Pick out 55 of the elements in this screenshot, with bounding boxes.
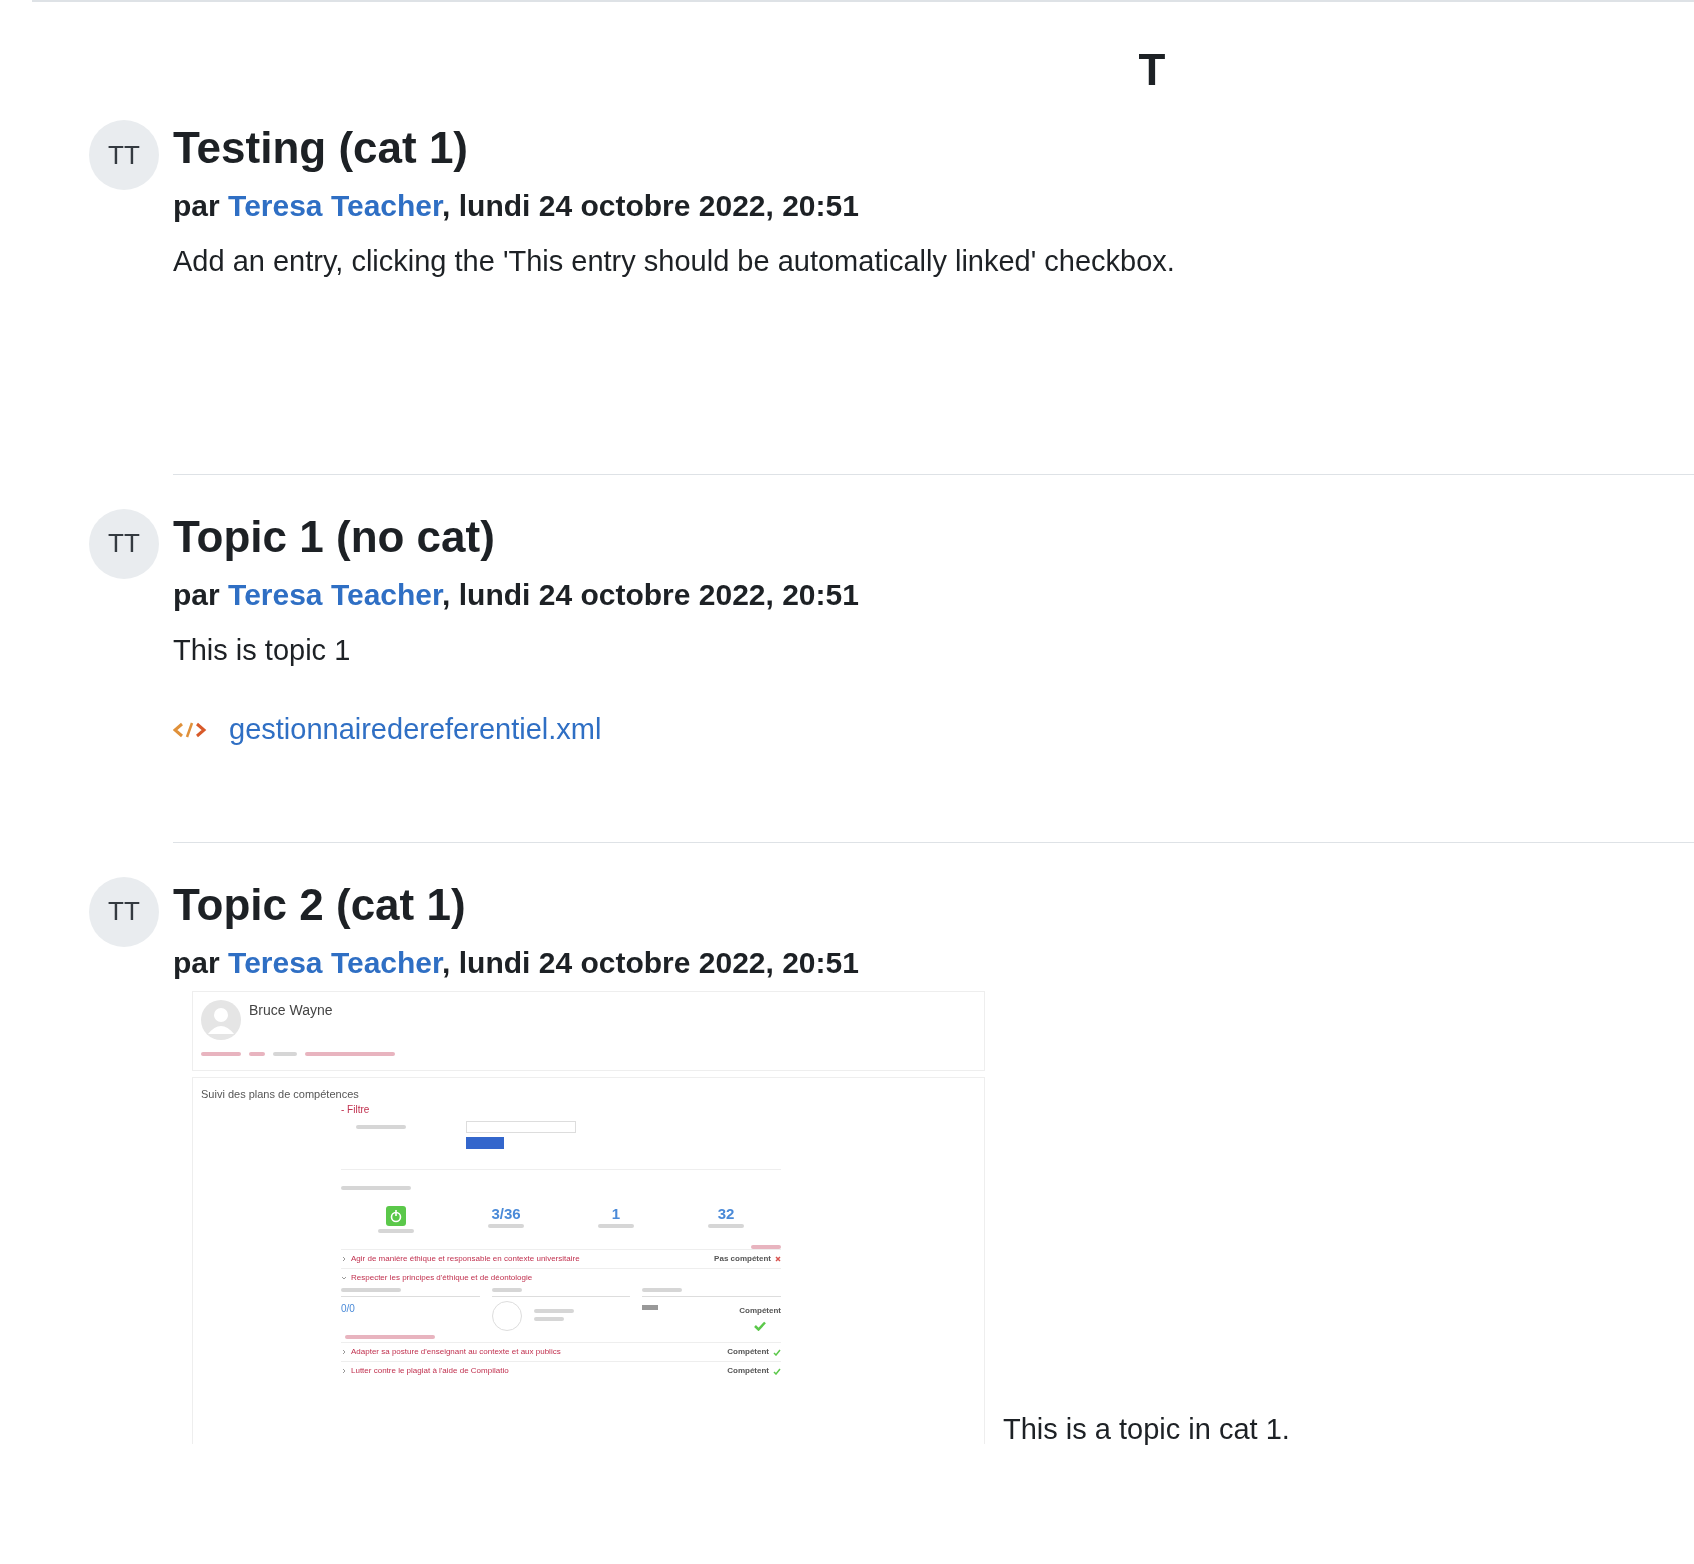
- entry-body: Add an entry, clicking the 'This entry should be automatically linked' checkbox.: [173, 244, 1176, 279]
- power-icon: [386, 1206, 406, 1226]
- entry-body: This is a topic in cat 1.: [1003, 1414, 1290, 1444]
- blurred-text-drawing: [598, 1224, 634, 1228]
- blurred-text-drawing: [356, 1125, 406, 1129]
- avatar-initials: TT: [89, 876, 159, 947]
- blurred-text-drawing: [533, 1309, 574, 1313]
- entry-title: Testing (cat 1): [173, 122, 469, 174]
- competency-link[interactable]: Agir de manière éthique et responsable en contexte universitaire: [351, 1253, 580, 1265]
- stat-value: 3/36: [491, 1206, 521, 1221]
- user-name: Bruce Wayne: [249, 1000, 333, 1020]
- author-link[interactable]: Teresa Teacher: [228, 945, 443, 979]
- user-silhouette-icon: [201, 999, 241, 1040]
- blurred-text-drawing: [488, 1224, 524, 1228]
- report-heading: Suivi des plans de compétences: [201, 1086, 360, 1102]
- entry-title: Topic 1 (no cat): [173, 510, 496, 563]
- stat-value: 32: [717, 1206, 735, 1221]
- author-link[interactable]: Teresa Teacher: [228, 577, 443, 611]
- blurred-text-drawing: [708, 1224, 744, 1228]
- competency-link[interactable]: Adapter sa posture d'enseignant au contexte et aux publics: [351, 1346, 561, 1358]
- competency-link[interactable]: Respecter les principes d'éthique et de déontologie: [351, 1272, 533, 1284]
- blurred-text-drawing: [273, 1051, 297, 1056]
- blurred-text-drawing: [341, 1288, 401, 1292]
- blurred-text-drawing: [378, 1229, 414, 1233]
- blurred-text-drawing: [201, 1051, 241, 1056]
- chevron-right-icon[interactable]: [341, 1368, 347, 1374]
- blurred-text-drawing: [533, 1317, 564, 1321]
- chevron-right-icon[interactable]: [341, 1349, 347, 1355]
- blurred-text-drawing: [249, 1051, 265, 1056]
- chevron-right-icon[interactable]: [341, 1256, 347, 1262]
- author-link[interactable]: Teresa Teacher: [228, 189, 443, 222]
- competency-status: Compétent: [727, 1365, 769, 1377]
- entry-byline: par Teresa Teacher, lundi 24 octobre 2022, 20:51: [173, 576, 860, 613]
- blurred-text-drawing: [341, 1186, 411, 1190]
- evaluation-count: 0/0: [341, 1302, 356, 1316]
- entry-byline: par Teresa Teacher, lundi 24 octobre 2022, 20:51: [173, 188, 860, 224]
- avatar-initials: TT: [89, 120, 159, 190]
- chevron-down-icon[interactable]: [341, 1275, 347, 1281]
- check-icon: [754, 1321, 767, 1331]
- letter-heading: T: [1138, 48, 1166, 96]
- blurred-text-drawing: [642, 1288, 683, 1292]
- competency-status: Compétent: [727, 1346, 769, 1358]
- competency-link[interactable]: Lutter contre le plagiat à l'aide de Compilatio: [351, 1365, 509, 1377]
- stat-value: 1: [611, 1206, 621, 1221]
- entry-byline: par Teresa Teacher, lundi 24 octobre 2022, 20:51: [173, 944, 860, 981]
- entry-body: This is topic 1: [173, 632, 352, 668]
- attachment-link[interactable]: gestionnairedereferentiel.xml: [229, 708, 602, 752]
- blurred-text-drawing: [491, 1288, 522, 1292]
- blurred-text-drawing: [751, 1245, 781, 1249]
- grade-badge: [642, 1305, 659, 1310]
- avatar-initials: TT: [89, 508, 159, 579]
- entry-title: Topic 2 (cat 1): [173, 878, 467, 931]
- final-status: Compétent: [739, 1305, 781, 1317]
- competency-status: Pas compétent: [714, 1253, 771, 1265]
- filter-toggle[interactable]: - Filtre: [341, 1102, 781, 1117]
